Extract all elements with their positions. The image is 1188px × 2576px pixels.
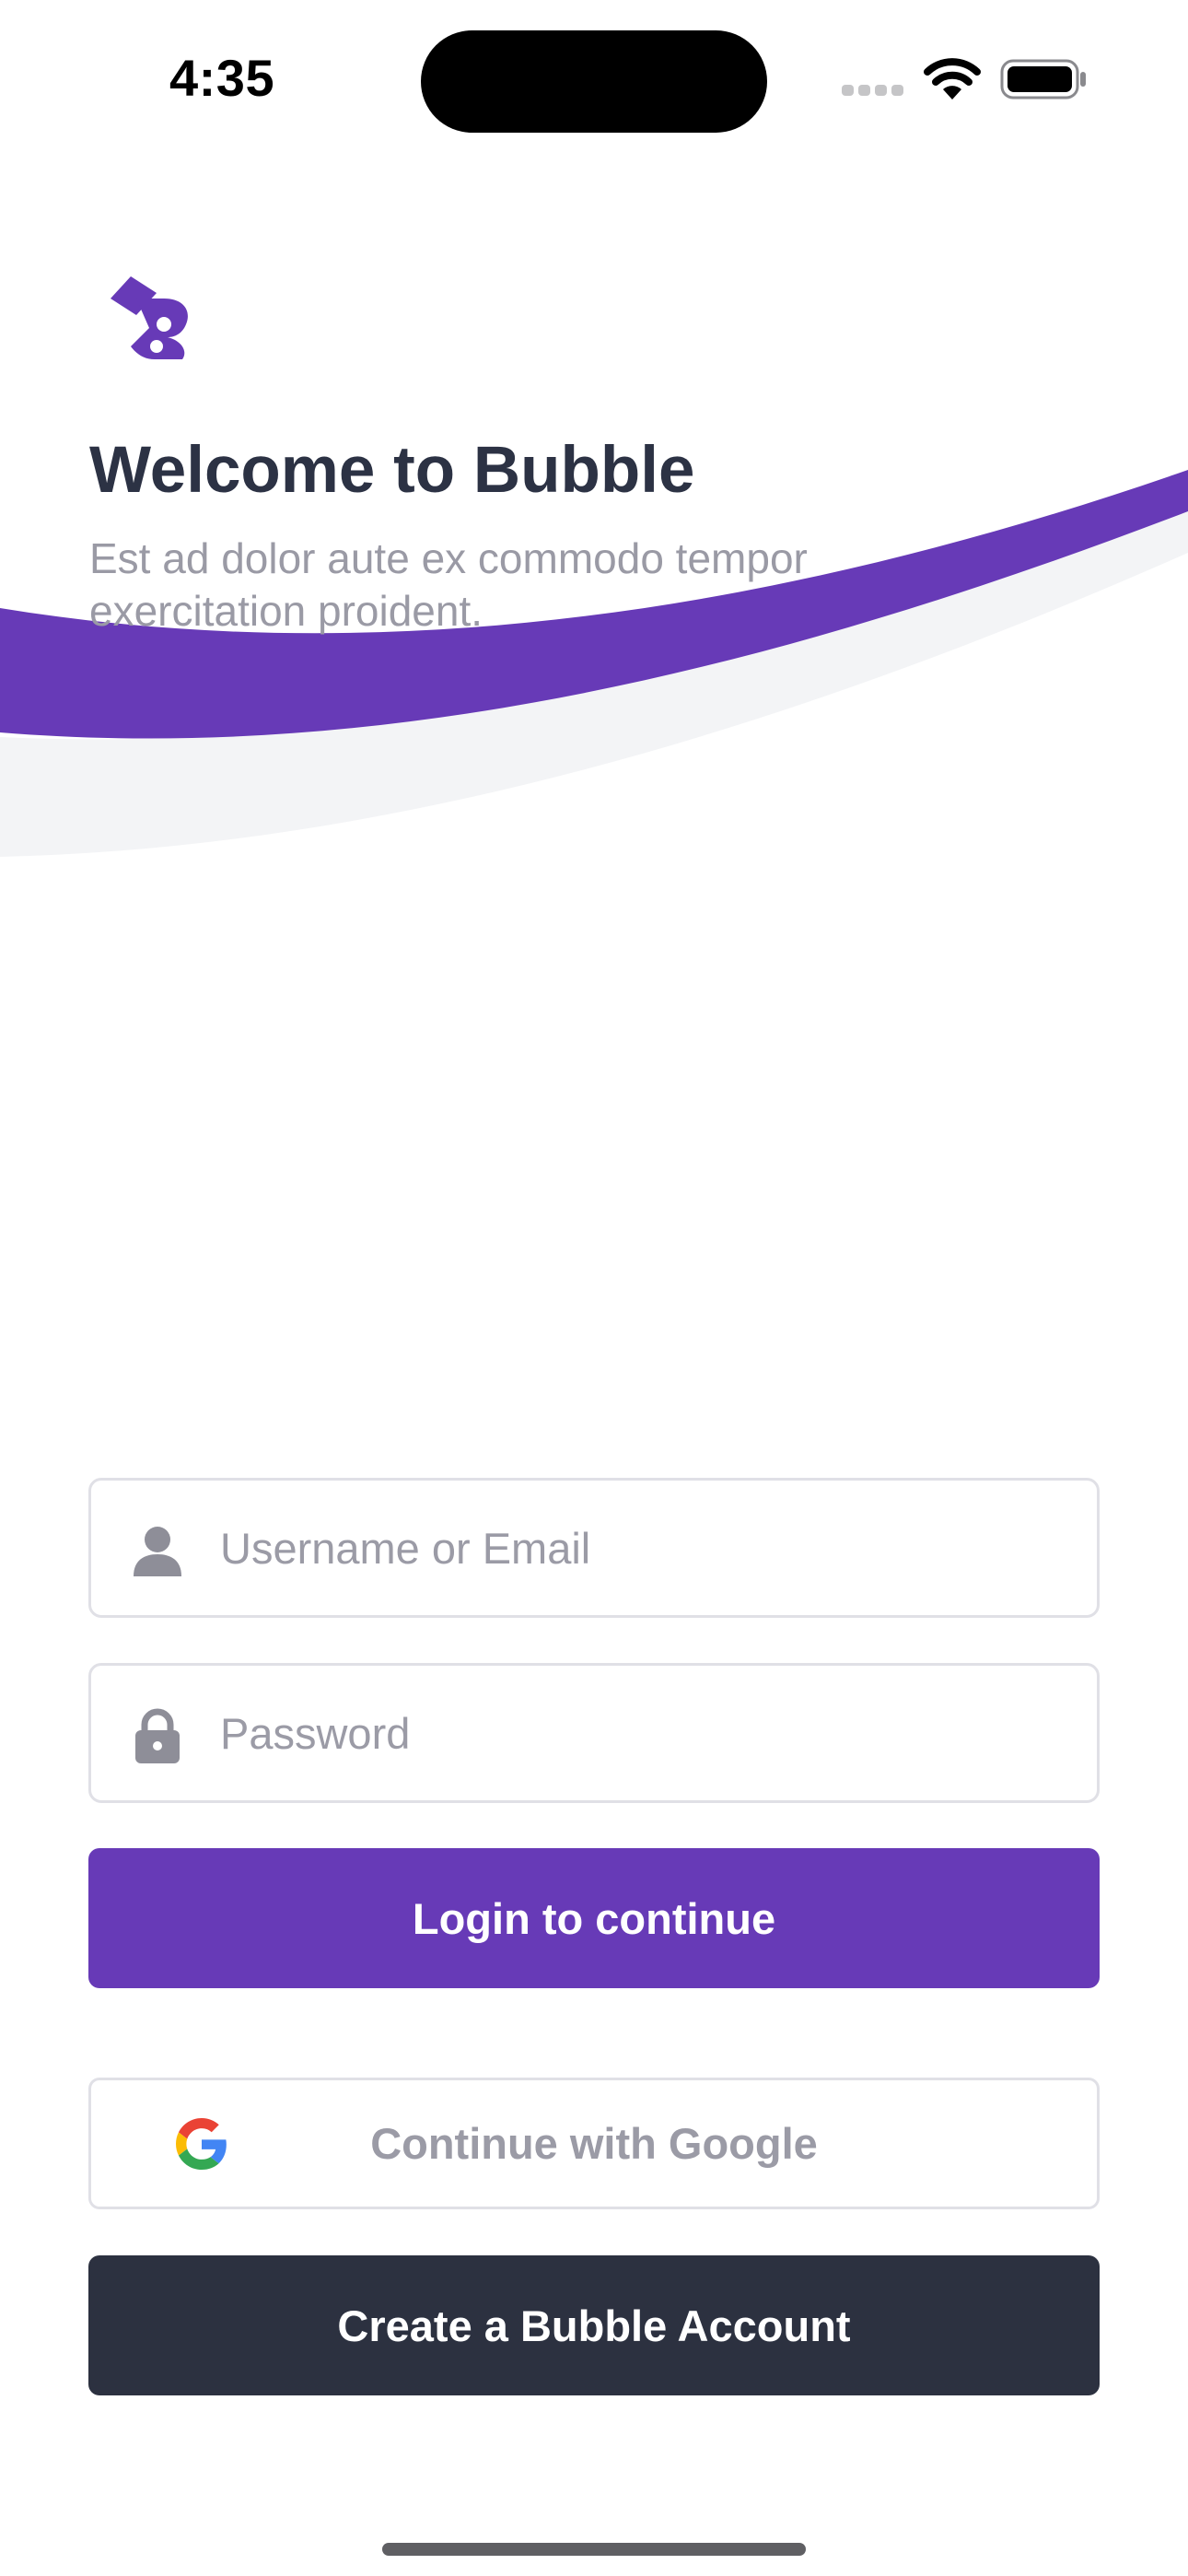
person-icon: [134, 1527, 181, 1576]
create-account-button[interactable]: Create a Bubble Account: [88, 2255, 1100, 2395]
google-button-label: Continue with Google: [370, 2119, 818, 2168]
header-wave: [0, 470, 1188, 857]
dynamic-island: [421, 30, 767, 133]
lock-icon: [135, 1708, 180, 1763]
home-indicator[interactable]: [382, 2543, 806, 2556]
bubble-logo-icon: [111, 276, 188, 359]
login-screen: 4:35 Welcome to Bubble Est ad dolor aute…: [0, 0, 1188, 2576]
password-input[interactable]: [220, 1666, 1049, 1800]
status-bar: 4:35: [0, 0, 1188, 157]
password-field[interactable]: [88, 1663, 1100, 1803]
page-title: Welcome to Bubble: [89, 434, 695, 507]
login-button[interactable]: Login to continue: [88, 1848, 1100, 1988]
battery-icon: [1000, 59, 1086, 100]
wifi-icon: [924, 58, 981, 100]
username-input[interactable]: [220, 1481, 1049, 1615]
username-field[interactable]: [88, 1478, 1100, 1618]
google-icon: [176, 2118, 227, 2170]
page-subtitle: Est ad dolor aute ex commodo tempor exer…: [89, 534, 808, 635]
create-account-label: Create a Bubble Account: [337, 2301, 851, 2350]
google-login-button[interactable]: Continue with Google: [88, 2078, 1100, 2209]
login-button-label: Login to continue: [412, 1893, 776, 1943]
status-time: 4:35: [169, 49, 275, 107]
cellular-signal-icon: [842, 85, 904, 98]
